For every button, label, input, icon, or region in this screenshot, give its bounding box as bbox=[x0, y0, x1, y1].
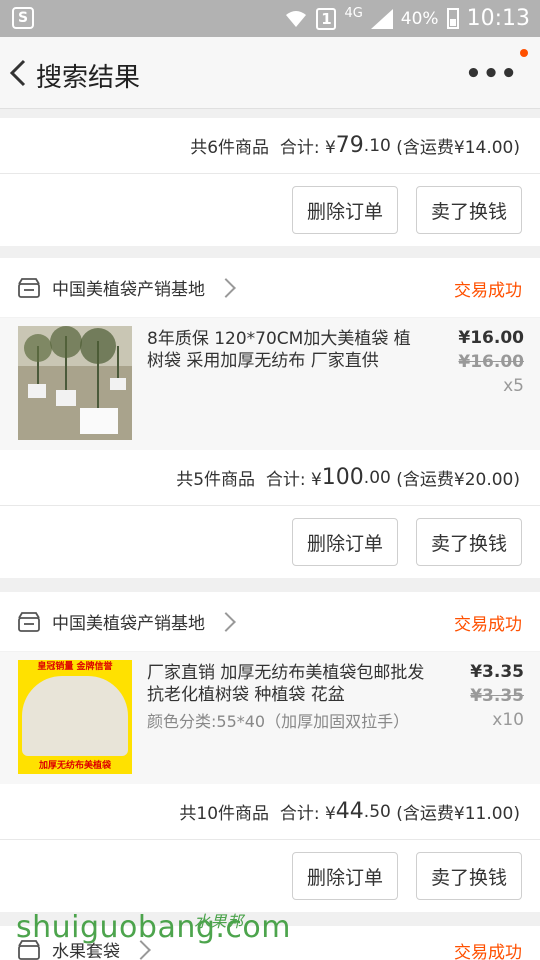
item-count: 共5件商品 bbox=[176, 470, 256, 490]
shop-row[interactable]: 中国美植袋产销基地 交易成功 bbox=[0, 258, 540, 318]
signal-icon bbox=[370, 8, 393, 29]
shop-icon bbox=[18, 611, 40, 632]
battery-percent: 40% bbox=[400, 8, 439, 29]
battery-icon bbox=[446, 8, 459, 29]
watermark: shuiguobang.com 水果邦 bbox=[16, 910, 291, 945]
page-title: 搜索结果 bbox=[36, 63, 141, 93]
clock: 10:13 bbox=[466, 6, 530, 31]
product-original-price: ¥16.00 bbox=[458, 352, 524, 372]
product-title: 8年质保 120*70CM加大美植袋 植树袋 采用加厚无纺布 厂家直供 bbox=[147, 329, 411, 371]
order-card-partial: 共6件商品 合计: ¥ 79.10 (含运费¥14.00) 删除订单 卖了换钱 bbox=[0, 118, 540, 246]
delete-order-button[interactable]: 删除订单 bbox=[292, 186, 398, 234]
resell-button[interactable]: 卖了换钱 bbox=[416, 186, 522, 234]
product-price: ¥3.35 bbox=[470, 662, 524, 682]
delete-order-button[interactable]: 删除订单 bbox=[292, 852, 398, 900]
order-summary: 共6件商品 合计: ¥ 79.10 (含运费¥14.00) bbox=[0, 118, 540, 174]
shop-row[interactable]: 中国美植袋产销基地 交易成功 bbox=[0, 592, 540, 652]
back-arrow-icon[interactable] bbox=[6, 55, 30, 91]
notification-dot bbox=[520, 49, 528, 57]
shipping-fee: (含运费¥14.00) bbox=[396, 138, 520, 158]
shop-name: 中国美植袋产销基地 bbox=[52, 614, 205, 634]
order-actions: 删除订单 卖了换钱 bbox=[0, 840, 540, 912]
status-bar: S 1 4G 40% 10:13 bbox=[0, 0, 540, 37]
total-label: 合计: ¥ bbox=[279, 804, 336, 824]
product-item[interactable]: 8年质保 120*70CM加大美植袋 植树袋 采用加厚无纺布 厂家直供 ¥16.… bbox=[0, 318, 540, 450]
watermark-sub: 水果邦 bbox=[194, 912, 244, 931]
product-original-price: ¥3.35 bbox=[470, 686, 524, 706]
delete-order-button[interactable]: 删除订单 bbox=[292, 518, 398, 566]
watermark-text: shuiguobang.com bbox=[16, 910, 291, 945]
thumb-bottom-text: 加厚无纺布美植袋 bbox=[18, 758, 132, 774]
order-actions: 删除订单 卖了换钱 bbox=[0, 174, 540, 246]
order-summary: 共10件商品 合计: ¥ 44.50 (含运费¥11.00) bbox=[0, 784, 540, 840]
wifi-icon bbox=[286, 10, 307, 27]
product-title: 厂家直销 加厚无纺布美植袋包邮批发 抗老化植树袋 种植袋 花盆 bbox=[147, 663, 425, 705]
product-quantity: x10 bbox=[492, 710, 524, 730]
order-status: 交易成功 bbox=[454, 615, 522, 635]
more-menu-icon[interactable]: ••• bbox=[465, 59, 518, 89]
total-dec: .50 bbox=[363, 801, 391, 822]
sim-slot-icon: 1 bbox=[316, 7, 337, 30]
order-summary: 共5件商品 合计: ¥ 100.00 (含运费¥20.00) bbox=[0, 450, 540, 506]
total-int: 44 bbox=[335, 799, 364, 824]
network-type: 4G bbox=[344, 6, 363, 21]
app-header: 搜索结果 ••• bbox=[0, 37, 540, 109]
total-dec: .00 bbox=[363, 467, 391, 488]
total-label: 合计: ¥ bbox=[279, 138, 336, 158]
total-int: 100 bbox=[321, 465, 364, 490]
total-label: 合计: ¥ bbox=[265, 470, 322, 490]
thumb-top-text: 皇冠销量 金牌信誉 bbox=[18, 660, 132, 674]
item-count: 共10件商品 bbox=[179, 804, 270, 824]
chevron-right-icon bbox=[216, 277, 236, 298]
order-actions: 删除订单 卖了换钱 bbox=[0, 506, 540, 578]
item-count: 共6件商品 bbox=[190, 138, 270, 158]
shipping-fee: (含运费¥20.00) bbox=[396, 470, 520, 490]
order-card: 中国美植袋产销基地 交易成功 皇冠销量 金牌信誉 加厚无纺布美植袋 厂家直销 加… bbox=[0, 592, 540, 912]
product-thumbnail: 皇冠销量 金牌信誉 加厚无纺布美植袋 bbox=[18, 660, 132, 774]
app-notification-icon: S bbox=[12, 7, 34, 29]
product-thumbnail bbox=[18, 326, 132, 440]
order-status: 交易成功 bbox=[454, 281, 522, 301]
chevron-right-icon bbox=[216, 611, 236, 632]
total-dec: .10 bbox=[363, 135, 391, 156]
product-item[interactable]: 皇冠销量 金牌信誉 加厚无纺布美植袋 厂家直销 加厚无纺布美植袋包邮批发 抗老化… bbox=[0, 652, 540, 784]
order-status: 交易成功 bbox=[454, 943, 522, 960]
shipping-fee: (含运费¥11.00) bbox=[396, 804, 520, 824]
product-price: ¥16.00 bbox=[458, 328, 524, 348]
order-card: 中国美植袋产销基地 交易成功 8年质保 120*70CM加大美植袋 植树袋 采用… bbox=[0, 258, 540, 578]
shop-icon bbox=[18, 277, 40, 298]
resell-button[interactable]: 卖了换钱 bbox=[416, 518, 522, 566]
thumb-photo bbox=[22, 676, 128, 756]
product-sku: 颜色分类:55*40（加厚加固双拉手） bbox=[147, 712, 410, 731]
total-int: 79 bbox=[335, 133, 364, 158]
resell-button[interactable]: 卖了换钱 bbox=[416, 852, 522, 900]
shop-name: 中国美植袋产销基地 bbox=[52, 280, 205, 300]
product-quantity: x5 bbox=[503, 376, 524, 396]
